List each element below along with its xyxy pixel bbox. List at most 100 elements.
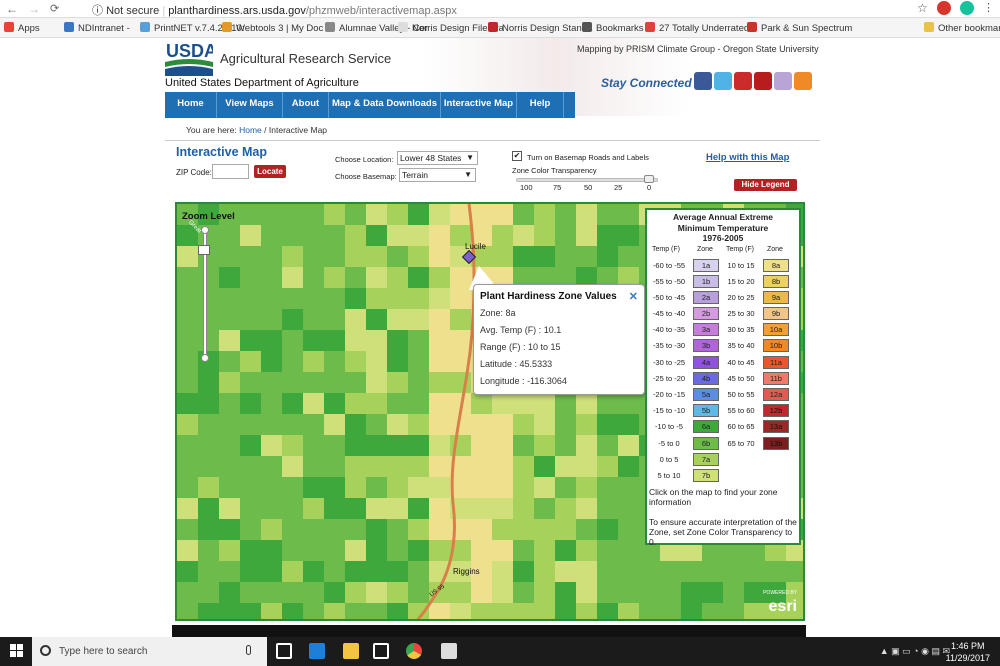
bookmark-item[interactable]: Bookmarks	[582, 22, 644, 34]
zip-input[interactable]	[212, 164, 249, 179]
zone-cell	[345, 477, 366, 498]
forward-icon[interactable]: →	[28, 2, 40, 16]
legend-row: -60 to -55 1a 10 to 15 8a	[649, 258, 797, 274]
zone-cell	[471, 498, 492, 519]
zone-cell	[597, 603, 618, 619]
back-icon[interactable]: ←	[6, 2, 18, 16]
system-tray[interactable]: ▲ ▣ ▭ ◔ ◉ ▤ ✉	[880, 646, 950, 657]
zone-cell	[240, 246, 261, 267]
info-icon[interactable]: ⓘ	[92, 5, 103, 17]
zone-cell	[177, 372, 198, 393]
zone-cell	[324, 267, 345, 288]
hide-legend-button[interactable]: Hide Legend	[734, 179, 797, 191]
zone-cell	[303, 519, 324, 540]
roads-checkbox[interactable]: ✔	[512, 151, 522, 161]
zone-cell	[345, 540, 366, 561]
zone-cell	[198, 309, 219, 330]
bookmarks-bar: Apps NDIntranet - PrintNET v.7.4.2 - 10: We…	[0, 18, 1000, 38]
rss-icon[interactable]	[794, 72, 812, 90]
zone-cell	[408, 309, 429, 330]
transparency-tick: 75	[553, 183, 562, 192]
zone-cell	[408, 477, 429, 498]
store-icon[interactable]	[373, 643, 389, 659]
help-link[interactable]: Help with this Map	[706, 152, 789, 163]
location-select[interactable]: Lower 48 States ▼	[397, 151, 478, 165]
zone-cell	[576, 456, 597, 477]
zone-cell	[702, 582, 723, 603]
facebook-icon[interactable]	[694, 72, 712, 90]
clock[interactable]: 1:46 PM 11/29/2017	[946, 640, 990, 664]
twitter-icon[interactable]	[714, 72, 732, 90]
zone-cell	[282, 414, 303, 435]
legend-zone-swatch: 3b	[693, 339, 719, 353]
bookmark-item[interactable]: 27 Totally Underrated	[645, 22, 749, 34]
windows-start-icon[interactable]	[10, 644, 24, 658]
locate-button[interactable]: Locate	[254, 165, 286, 178]
svg-text:USDA: USDA	[166, 41, 213, 61]
zone-cell	[366, 330, 387, 351]
legend-row: -45 to -40 2b 25 to 30 9b	[649, 306, 797, 322]
zone-cell	[366, 561, 387, 582]
basemap-select[interactable]: Terrain ▼	[399, 168, 476, 182]
zone-cell	[282, 498, 303, 519]
zoom-in-icon[interactable]	[201, 226, 209, 234]
zone-cell	[303, 435, 324, 456]
flickr-icon[interactable]	[774, 72, 792, 90]
nav-item-home[interactable]: Home	[165, 92, 217, 118]
transparency-slider-handle[interactable]	[644, 175, 654, 183]
edge-icon[interactable]	[309, 643, 325, 659]
zone-cell	[597, 498, 618, 519]
zone-cell	[618, 393, 639, 414]
bookmark-item[interactable]: Park & Sun Spectrum	[747, 22, 852, 34]
interactive-map[interactable]: Zoom Level Great Lucile Riggins US 95 Pl…	[175, 202, 805, 621]
zone-cell	[450, 267, 471, 288]
legend-zone-swatch: 8b	[763, 274, 789, 288]
zone-cell	[387, 414, 408, 435]
reload-icon[interactable]: ⟳	[50, 2, 59, 15]
star-icon[interactable]: ☆	[917, 1, 928, 15]
zone-cell	[303, 561, 324, 582]
zone-cell	[345, 435, 366, 456]
bookmark-item[interactable]: Norris Design Standa	[488, 22, 592, 34]
zone-cell	[387, 477, 408, 498]
task-view-icon[interactable]	[276, 643, 292, 659]
menu-icon[interactable]: ⋮	[983, 1, 994, 15]
mail-icon[interactable]	[441, 643, 457, 659]
nav-item-interactive-map[interactable]: Interactive Map	[441, 92, 517, 118]
extension-grammarly-icon[interactable]	[959, 1, 974, 15]
taskbar-search[interactable]: Type here to search	[32, 637, 267, 666]
zoom-slider-handle[interactable]	[198, 245, 210, 255]
extension-abp-icon[interactable]	[936, 1, 951, 15]
zone-cell	[240, 330, 261, 351]
nav-item-about[interactable]: About	[283, 92, 329, 118]
zone-cell	[324, 330, 345, 351]
zone-cell	[681, 603, 702, 619]
address-bar[interactable]: ⓘ Not secure | planthardiness.ars.usda.g…	[92, 2, 457, 18]
zone-cell	[219, 414, 240, 435]
zone-cell	[261, 246, 282, 267]
breadcrumb-home-link[interactable]: Home	[239, 125, 262, 135]
legend-header: Temp (F) Zone Temp (F) Zone	[649, 246, 797, 258]
nav-item-map-data-downloads[interactable]: Map & Data Downloads	[329, 92, 441, 118]
bookmark-item[interactable]: Webtools 3 | My Doc	[222, 22, 323, 34]
file-explorer-icon[interactable]	[343, 643, 359, 659]
zone-cell	[198, 393, 219, 414]
close-icon[interactable]: ✕	[629, 290, 638, 303]
transparency-slider[interactable]	[516, 178, 658, 182]
bookmark-item[interactable]: Apps	[4, 22, 40, 34]
bookmark-item[interactable]: NDIntranet -	[64, 22, 130, 34]
legend-range: -25 to -20	[652, 373, 686, 383]
email-icon[interactable]	[754, 72, 772, 90]
bookmark-item[interactable]: Other bookmarks	[924, 22, 1000, 34]
legend-row: -15 to -10 5b 55 to 60 12b	[649, 403, 797, 419]
microphone-icon[interactable]	[246, 645, 251, 655]
zone-cell	[324, 309, 345, 330]
nav-item-view-maps[interactable]: View Maps	[217, 92, 283, 118]
zoom-out-icon[interactable]	[201, 354, 209, 362]
nav-item-help[interactable]: Help	[517, 92, 564, 118]
chrome-icon[interactable]	[406, 643, 422, 659]
zone-cell	[429, 414, 450, 435]
zone-cell	[408, 498, 429, 519]
bookmark-icon	[645, 22, 655, 32]
youtube-icon[interactable]	[734, 72, 752, 90]
